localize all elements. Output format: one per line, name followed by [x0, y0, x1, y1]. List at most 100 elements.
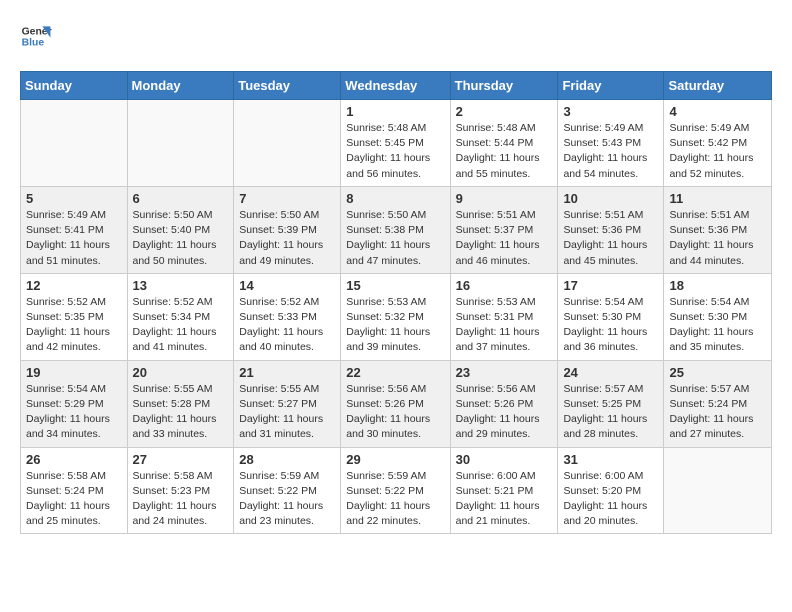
day-number: 16 — [456, 278, 553, 293]
day-number: 24 — [563, 365, 658, 380]
calendar-cell: 28 Sunrise: 5:59 AMSunset: 5:22 PMDayligh… — [234, 447, 341, 534]
day-number: 10 — [563, 191, 658, 206]
day-info: Sunrise: 5:51 AMSunset: 5:36 PMDaylight:… — [669, 208, 766, 269]
calendar-cell: 30 Sunrise: 6:00 AMSunset: 5:21 PMDayligh… — [450, 447, 558, 534]
calendar-cell: 24 Sunrise: 5:57 AMSunset: 5:25 PMDayligh… — [558, 360, 664, 447]
calendar-cell: 13 Sunrise: 5:52 AMSunset: 5:34 PMDayligh… — [127, 273, 234, 360]
calendar-cell: 17 Sunrise: 5:54 AMSunset: 5:30 PMDayligh… — [558, 273, 664, 360]
day-info: Sunrise: 5:56 AMSunset: 5:26 PMDaylight:… — [456, 382, 553, 443]
calendar-cell: 16 Sunrise: 5:53 AMSunset: 5:31 PMDayligh… — [450, 273, 558, 360]
day-number: 30 — [456, 452, 553, 467]
day-number: 29 — [346, 452, 444, 467]
day-number: 1 — [346, 104, 444, 119]
calendar-cell: 14 Sunrise: 5:52 AMSunset: 5:33 PMDayligh… — [234, 273, 341, 360]
day-number: 15 — [346, 278, 444, 293]
day-number: 8 — [346, 191, 444, 206]
day-number: 28 — [239, 452, 335, 467]
calendar-cell: 12 Sunrise: 5:52 AMSunset: 5:35 PMDayligh… — [21, 273, 128, 360]
day-number: 17 — [563, 278, 658, 293]
day-number: 18 — [669, 278, 766, 293]
column-header-tuesday: Tuesday — [234, 72, 341, 100]
column-header-saturday: Saturday — [664, 72, 772, 100]
calendar-cell — [21, 100, 128, 187]
day-number: 2 — [456, 104, 553, 119]
day-info: Sunrise: 5:56 AMSunset: 5:26 PMDaylight:… — [346, 382, 444, 443]
day-info: Sunrise: 5:48 AMSunset: 5:44 PMDaylight:… — [456, 121, 553, 182]
calendar-cell: 8Sunrise: 5:50 AMSunset: 5:38 PMDaylight… — [341, 186, 450, 273]
day-number: 21 — [239, 365, 335, 380]
calendar-week-5: 26 Sunrise: 5:58 AMSunset: 5:24 PMDayligh… — [21, 447, 772, 534]
calendar-cell: 31Sunrise: 6:00 AMSunset: 5:20 PMDayligh… — [558, 447, 664, 534]
day-number: 19 — [26, 365, 122, 380]
calendar-cell: 6 Sunrise: 5:50 AMSunset: 5:40 PMDaylight… — [127, 186, 234, 273]
day-number: 26 — [26, 452, 122, 467]
calendar-cell: 15 Sunrise: 5:53 AMSunset: 5:32 PMDayligh… — [341, 273, 450, 360]
calendar-cell: 21Sunrise: 5:55 AMSunset: 5:27 PMDayligh… — [234, 360, 341, 447]
day-info: Sunrise: 5:57 AMSunset: 5:25 PMDaylight:… — [563, 382, 658, 443]
column-header-friday: Friday — [558, 72, 664, 100]
day-info: Sunrise: 5:50 AMSunset: 5:39 PMDaylight:… — [239, 208, 335, 269]
calendar-cell: 10 Sunrise: 5:51 AMSunset: 5:36 PMDayligh… — [558, 186, 664, 273]
day-info: Sunrise: 6:00 AMSunset: 5:21 PMDaylight:… — [456, 469, 553, 530]
day-number: 4 — [669, 104, 766, 119]
calendar-week-3: 12 Sunrise: 5:52 AMSunset: 5:35 PMDayligh… — [21, 273, 772, 360]
day-number: 9 — [456, 191, 553, 206]
calendar-cell — [127, 100, 234, 187]
day-info: Sunrise: 5:54 AMSunset: 5:29 PMDaylight:… — [26, 382, 122, 443]
calendar-week-4: 19 Sunrise: 5:54 AMSunset: 5:29 PMDayligh… — [21, 360, 772, 447]
logo: General Blue — [20, 20, 772, 57]
calendar-cell: 25 Sunrise: 5:57 AMSunset: 5:24 PMDayligh… — [664, 360, 772, 447]
day-info: Sunrise: 5:54 AMSunset: 5:30 PMDaylight:… — [669, 295, 766, 356]
day-info: Sunrise: 5:52 AMSunset: 5:34 PMDaylight:… — [133, 295, 229, 356]
calendar-cell: 23 Sunrise: 5:56 AMSunset: 5:26 PMDayligh… — [450, 360, 558, 447]
column-header-sunday: Sunday — [21, 72, 128, 100]
day-info: Sunrise: 5:50 AMSunset: 5:40 PMDaylight:… — [133, 208, 229, 269]
day-info: Sunrise: 5:59 AMSunset: 5:22 PMDaylight:… — [346, 469, 444, 530]
calendar-week-1: 1 Sunrise: 5:48 AMSunset: 5:45 PMDaylight… — [21, 100, 772, 187]
day-number: 12 — [26, 278, 122, 293]
calendar-cell: 9 Sunrise: 5:51 AMSunset: 5:37 PMDaylight… — [450, 186, 558, 273]
day-info: Sunrise: 5:48 AMSunset: 5:45 PMDaylight:… — [346, 121, 444, 182]
day-number: 23 — [456, 365, 553, 380]
day-number: 3 — [563, 104, 658, 119]
day-info: Sunrise: 5:54 AMSunset: 5:30 PMDaylight:… — [563, 295, 658, 356]
day-number: 20 — [133, 365, 229, 380]
day-info: Sunrise: 5:57 AMSunset: 5:24 PMDaylight:… — [669, 382, 766, 443]
page-header: General Blue — [20, 20, 772, 65]
day-number: 25 — [669, 365, 766, 380]
calendar-cell: 3Sunrise: 5:49 AMSunset: 5:43 PMDaylight… — [558, 100, 664, 187]
calendar-cell: 18 Sunrise: 5:54 AMSunset: 5:30 PMDayligh… — [664, 273, 772, 360]
day-info: Sunrise: 5:49 AMSunset: 5:42 PMDaylight:… — [669, 121, 766, 182]
day-info: Sunrise: 5:59 AMSunset: 5:22 PMDaylight:… — [239, 469, 335, 530]
calendar-cell: 2 Sunrise: 5:48 AMSunset: 5:44 PMDaylight… — [450, 100, 558, 187]
calendar-cell: 22 Sunrise: 5:56 AMSunset: 5:26 PMDayligh… — [341, 360, 450, 447]
day-number: 5 — [26, 191, 122, 206]
calendar-cell: 26 Sunrise: 5:58 AMSunset: 5:24 PMDayligh… — [21, 447, 128, 534]
calendar-cell: 7 Sunrise: 5:50 AMSunset: 5:39 PMDaylight… — [234, 186, 341, 273]
day-info: Sunrise: 5:55 AMSunset: 5:28 PMDaylight:… — [133, 382, 229, 443]
day-number: 7 — [239, 191, 335, 206]
column-header-monday: Monday — [127, 72, 234, 100]
day-number: 6 — [133, 191, 229, 206]
day-info: Sunrise: 5:58 AMSunset: 5:24 PMDaylight:… — [26, 469, 122, 530]
calendar-cell: 11Sunrise: 5:51 AMSunset: 5:36 PMDayligh… — [664, 186, 772, 273]
calendar-cell — [234, 100, 341, 187]
day-info: Sunrise: 5:53 AMSunset: 5:31 PMDaylight:… — [456, 295, 553, 356]
day-info: Sunrise: 6:00 AMSunset: 5:20 PMDaylight:… — [563, 469, 658, 530]
day-info: Sunrise: 5:52 AMSunset: 5:35 PMDaylight:… — [26, 295, 122, 356]
day-info: Sunrise: 5:58 AMSunset: 5:23 PMDaylight:… — [133, 469, 229, 530]
day-info: Sunrise: 5:52 AMSunset: 5:33 PMDaylight:… — [239, 295, 335, 356]
column-header-thursday: Thursday — [450, 72, 558, 100]
day-number: 13 — [133, 278, 229, 293]
calendar-cell: 1 Sunrise: 5:48 AMSunset: 5:45 PMDaylight… — [341, 100, 450, 187]
day-info: Sunrise: 5:51 AMSunset: 5:37 PMDaylight:… — [456, 208, 553, 269]
calendar-cell: 20 Sunrise: 5:55 AMSunset: 5:28 PMDayligh… — [127, 360, 234, 447]
day-info: Sunrise: 5:51 AMSunset: 5:36 PMDaylight:… — [563, 208, 658, 269]
day-info: Sunrise: 5:53 AMSunset: 5:32 PMDaylight:… — [346, 295, 444, 356]
day-number: 22 — [346, 365, 444, 380]
calendar-cell: 29 Sunrise: 5:59 AMSunset: 5:22 PMDayligh… — [341, 447, 450, 534]
day-number: 27 — [133, 452, 229, 467]
day-number: 14 — [239, 278, 335, 293]
calendar-cell: 4 Sunrise: 5:49 AMSunset: 5:42 PMDaylight… — [664, 100, 772, 187]
column-header-wednesday: Wednesday — [341, 72, 450, 100]
